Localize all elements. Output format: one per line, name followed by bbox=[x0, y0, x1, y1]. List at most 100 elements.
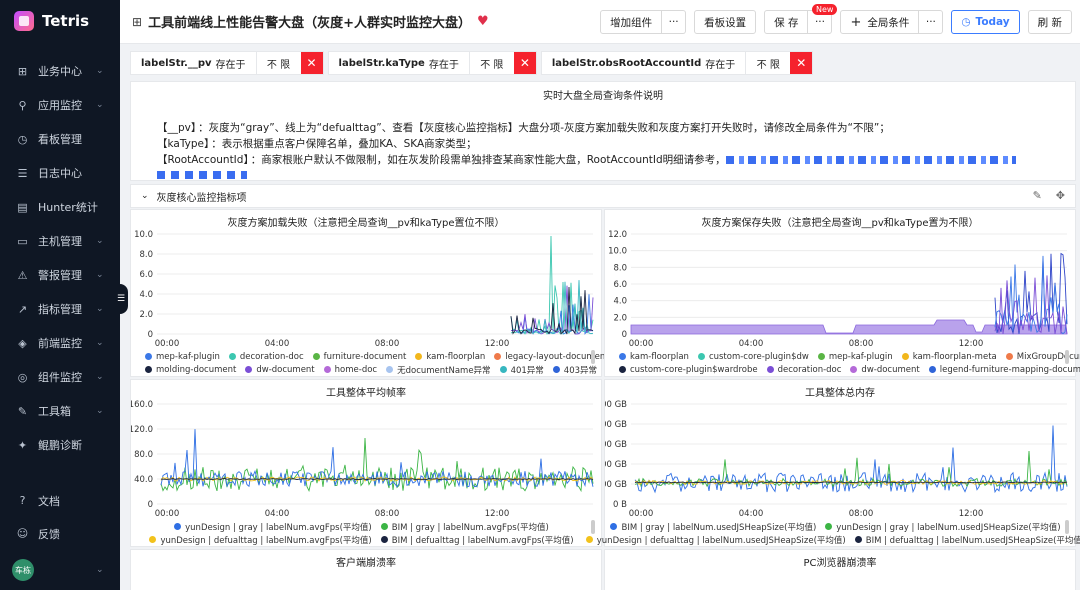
add-widget-more-button[interactable]: ··· bbox=[662, 10, 687, 34]
legend-item[interactable]: BIM | defualttag | labelNum.avgFps(平均值) bbox=[380, 534, 574, 546]
legend-label: BIM | defualttag | labelNum.avgFps(平均值) bbox=[391, 535, 574, 546]
chevron-down-icon: ⌄ bbox=[96, 565, 104, 575]
legend-item[interactable]: dw-document bbox=[245, 364, 315, 375]
redacted-link[interactable] bbox=[725, 156, 1016, 164]
legend-dot-icon bbox=[928, 366, 936, 373]
avatar[interactable]: 车栋 bbox=[12, 559, 34, 581]
legend-item[interactable]: yunDesign | gray | labelNum.usedJSHeapSi… bbox=[825, 521, 1061, 533]
filter-chip[interactable]: labelStr.obsRootAccountId 存在于不 限 ✕ bbox=[540, 51, 814, 75]
legend-item[interactable]: 无documentName异常 bbox=[386, 364, 491, 376]
legend-scrollbar[interactable] bbox=[591, 520, 595, 534]
save-more-button[interactable]: ··· New bbox=[808, 4, 838, 34]
chevron-down-icon[interactable]: ⌄ bbox=[141, 191, 149, 201]
legend-scrollbar[interactable] bbox=[1065, 350, 1069, 364]
legend-item[interactable]: molding-document bbox=[145, 365, 236, 375]
legend-item[interactable]: custom-core-plugin$wardrobe bbox=[619, 365, 758, 375]
sidebar-item[interactable]: ◈ 前端监控 ⌄ bbox=[0, 326, 120, 360]
favorite-heart-icon[interactable]: ♥ bbox=[477, 14, 489, 29]
sidebar-item[interactable]: ◎ 组件监控 ⌄ bbox=[0, 360, 120, 394]
legend-scrollbar[interactable] bbox=[591, 350, 595, 364]
legend-item[interactable]: legend-furniture-mapping-document bbox=[928, 365, 1080, 375]
sidebar-collapse-handle[interactable]: ☰ bbox=[114, 284, 128, 314]
more-label: ··· bbox=[814, 16, 825, 28]
section-title: 灰度核心监控指标项 bbox=[156, 192, 247, 204]
legend-item[interactable]: BIM | defualttag | labelNum.usedJSHeapSi… bbox=[854, 534, 1080, 546]
filter-value[interactable]: 不 限 bbox=[746, 52, 790, 74]
legend-label: dw-document bbox=[256, 364, 315, 375]
legend-item[interactable]: kam-floorplan bbox=[415, 352, 485, 362]
legend-item[interactable]: furniture-document bbox=[312, 352, 406, 362]
legend-scrollbar[interactable] bbox=[1065, 520, 1069, 534]
user-menu[interactable]: 车栋 ⌄ bbox=[0, 550, 120, 590]
filter-chip[interactable]: labelStr.kaType 存在于不 限 ✕ bbox=[327, 51, 537, 75]
legend-item[interactable]: mep-kaf-plugin bbox=[817, 352, 893, 362]
filter-value[interactable]: 不 限 bbox=[470, 52, 514, 74]
sidebar-item[interactable]: ◷ 看板管理 bbox=[0, 122, 120, 156]
global-condition-button[interactable]: + 全局条件 bbox=[840, 10, 920, 34]
filter-chip[interactable]: labelStr.__pv 存在于不 限 ✕ bbox=[130, 51, 324, 75]
filter-value[interactable]: 不 限 bbox=[257, 52, 301, 74]
board-grid-icon: ⊞ bbox=[132, 14, 143, 29]
legend-item[interactable]: kam-floorplan bbox=[619, 352, 689, 362]
close-icon[interactable]: ✕ bbox=[790, 52, 813, 74]
legend-dot-icon bbox=[174, 523, 182, 530]
sidebar-nav: ⊞ 业务中心 ⌄ ⚲ 应用监控 ⌄ ◷ 看板管理 ☰ 日志中心 ▤ Hunter统计 ▭ 主机管理 ⌄ ⚠ 警报… bbox=[0, 54, 120, 462]
legend-item[interactable]: yunDesign | gray | labelNum.avgFps(平均值) bbox=[174, 521, 372, 533]
legend-item[interactable]: decoration-doc bbox=[766, 365, 841, 375]
sidebar-item[interactable]: ⚲ 应用监控 ⌄ bbox=[0, 88, 120, 122]
global-condition-more-button[interactable]: ··· bbox=[919, 10, 944, 34]
filter-operator: 存在于 bbox=[428, 59, 459, 71]
redacted-link-continued[interactable] bbox=[157, 171, 247, 179]
today-button[interactable]: ◷ Today bbox=[951, 10, 1020, 34]
close-icon[interactable]: ✕ bbox=[300, 52, 323, 74]
filter-field: labelStr.obsRootAccountId bbox=[551, 57, 702, 69]
save-button[interactable]: 保 存 bbox=[764, 10, 809, 34]
x-tick-label: 08:00 bbox=[849, 509, 874, 519]
sidebar-item[interactable]: ☺ 反馈 bbox=[0, 517, 120, 550]
sidebar-item[interactable]: ⊞ 业务中心 ⌄ bbox=[0, 54, 120, 88]
chart-panel-browser-crash: PC浏览器崩溃率 bbox=[604, 549, 1076, 590]
monitor-icon: ▭ bbox=[17, 234, 28, 248]
legend-dot-icon bbox=[854, 536, 862, 543]
legend-item[interactable]: BIM | gray | labelNum.avgFps(平均值) bbox=[380, 521, 549, 533]
sidebar-item[interactable]: ? 文档 bbox=[0, 484, 120, 517]
sidebar-item[interactable]: ✦ 鲲鹏诊断 bbox=[0, 428, 120, 462]
sidebar-item[interactable]: ↗ 指标管理 ⌄ bbox=[0, 292, 120, 326]
legend-item[interactable]: 401异常 bbox=[499, 364, 544, 376]
legend-item[interactable]: custom-core-plugin$dw bbox=[697, 352, 809, 362]
sidebar-item[interactable]: ⚠ 警报管理 ⌄ bbox=[0, 258, 120, 292]
board-settings-button[interactable]: 看板设置 bbox=[694, 10, 757, 34]
filter-key[interactable]: labelStr.kaType 存在于 bbox=[329, 52, 470, 74]
chart-legend: BIM | gray | labelNum.usedJSHeapSize(平均值… bbox=[585, 520, 1080, 546]
legend-label: 无documentName异常 bbox=[397, 365, 491, 376]
close-icon[interactable]: ✕ bbox=[513, 52, 536, 74]
refresh-button[interactable]: 刷 新 bbox=[1027, 10, 1072, 34]
legend-item[interactable]: 403异常 bbox=[552, 364, 597, 376]
edit-icon[interactable]: ✎ bbox=[1033, 189, 1042, 202]
legend-dot-icon bbox=[245, 366, 253, 373]
sidebar-item[interactable]: ▭ 主机管理 ⌄ bbox=[0, 224, 120, 258]
legend-item[interactable]: decoration-doc bbox=[228, 352, 304, 362]
filter-bar: labelStr.__pv 存在于不 限 ✕ labelStr.kaType 存在于不 … bbox=[130, 51, 817, 75]
legend-item[interactable]: yunDesign | defualttag | labelNum.avgFps… bbox=[149, 534, 372, 546]
sidebar-item[interactable]: ✎ 工具箱 ⌄ bbox=[0, 394, 120, 428]
sidebar-item[interactable]: ▤ Hunter统计 bbox=[0, 190, 120, 224]
drag-move-icon[interactable]: ✥ bbox=[1056, 189, 1065, 202]
legend-row: custom-core-plugin$wardrobe decoration-do… bbox=[619, 363, 1080, 376]
legend-item[interactable]: home-doc bbox=[323, 365, 377, 375]
legend-item[interactable]: BIM | gray | labelNum.usedJSHeapSize(平均值… bbox=[610, 521, 816, 533]
legend-item[interactable]: kam-floorplan-meta bbox=[901, 352, 997, 362]
legend-item[interactable]: dw-document bbox=[850, 365, 920, 375]
filter-operator: 存在于 bbox=[705, 59, 736, 71]
legend-item[interactable]: yunDesign | defualttag | labelNum.usedJS… bbox=[585, 534, 846, 546]
legend-item[interactable]: mep-kaf-plugin bbox=[145, 352, 220, 362]
sidebar-item-label: 工具箱 bbox=[38, 405, 71, 418]
add-widget-button[interactable]: 增加组件 bbox=[600, 10, 663, 34]
alarm-icon: ⚠ bbox=[17, 268, 28, 282]
brand[interactable]: Tetris bbox=[0, 0, 120, 42]
filter-key[interactable]: labelStr.obsRootAccountId 存在于 bbox=[542, 52, 747, 74]
y-tick-label: 4.00 GB bbox=[605, 420, 627, 430]
filter-key[interactable]: labelStr.__pv 存在于 bbox=[131, 52, 257, 74]
sidebar-item[interactable]: ☰ 日志中心 bbox=[0, 156, 120, 190]
section-header[interactable]: ⌄ 灰度核心监控指标项 ✎ ✥ bbox=[130, 184, 1076, 208]
